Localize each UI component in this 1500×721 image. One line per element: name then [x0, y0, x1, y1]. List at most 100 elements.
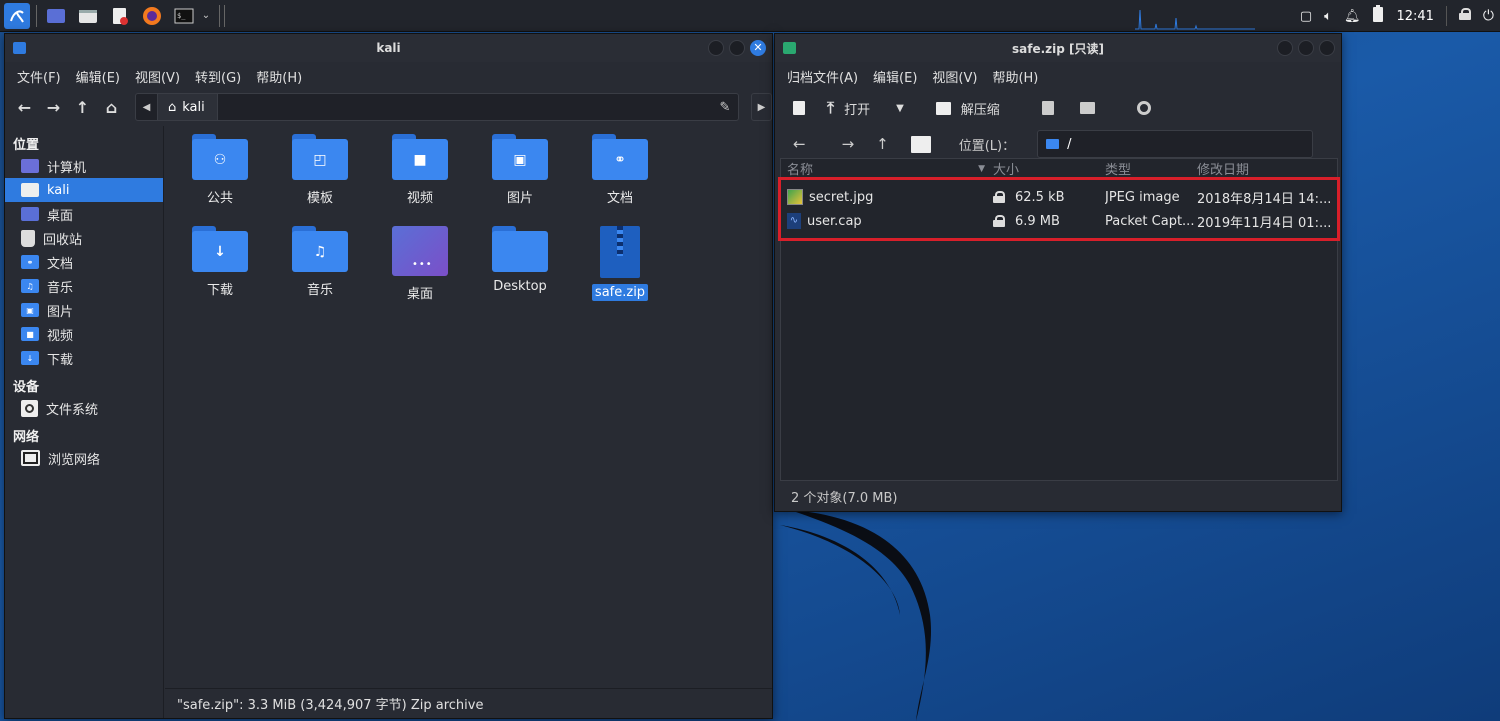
new-file-icon: [793, 101, 805, 115]
file-item-documents[interactable]: ⚭ 文档: [575, 134, 665, 207]
sidebar-item-kali[interactable]: kali: [5, 178, 163, 202]
menu-edit[interactable]: 编辑(E): [76, 67, 120, 86]
templates-folder-icon: ◰: [292, 134, 348, 180]
column-type[interactable]: 类型: [1105, 159, 1197, 178]
file-item-videos[interactable]: ■ 视频: [375, 134, 465, 207]
extract-button[interactable]: 解压缩: [935, 99, 1000, 118]
close-button[interactable]: ✕: [750, 40, 766, 56]
file-item-desktop-cn[interactable]: ••• 桌面: [375, 226, 465, 303]
sidebar-header-network: 网络: [13, 430, 40, 445]
column-modified[interactable]: 修改日期: [1197, 159, 1337, 178]
sidebar-item-trash[interactable]: 回收站: [5, 226, 163, 250]
display-icon[interactable]: ▢: [1300, 9, 1312, 24]
column-name-label: 名称: [787, 163, 814, 178]
file-item-public[interactable]: ⚇ 公共: [175, 134, 265, 207]
top-panel: $_ ⌄ ▢ 🔈︎ 🔔︎ 12:41 ⏻: [0, 0, 1500, 32]
stop-icon[interactable]: [1136, 101, 1151, 115]
text-editor-icon[interactable]: [107, 3, 133, 29]
path-crumb[interactable]: ⌂ kali: [157, 94, 218, 120]
file-item-safe-zip[interactable]: safe.zip: [575, 226, 665, 301]
sidebar-item-downloads[interactable]: ↓ 下载: [5, 346, 163, 370]
menubar: 归档文件(A) 编辑(E) 视图(V) 帮助(H): [775, 62, 1341, 90]
maximize-button[interactable]: [1298, 40, 1314, 56]
file-item-label: 音乐: [306, 283, 333, 298]
folder-icon: [492, 226, 548, 272]
sidebar-item-desktop[interactable]: 桌面: [5, 202, 163, 226]
menu-view[interactable]: 视图(V): [135, 67, 180, 86]
menu-file[interactable]: 文件(F): [17, 67, 61, 86]
sidebar-item-computer[interactable]: 计算机: [5, 154, 163, 178]
videos-folder-icon: ■: [392, 134, 448, 180]
kali-menu-icon[interactable]: [4, 2, 30, 29]
chevron-down-icon[interactable]: ⌄: [199, 3, 213, 29]
new-archive-button[interactable]: [793, 101, 805, 115]
home-folder-icon[interactable]: [910, 135, 931, 153]
music-folder-icon: ♫: [21, 279, 39, 293]
menu-archive[interactable]: 归档文件(A): [787, 67, 858, 86]
sidebar-item-browse-network[interactable]: 浏览网络: [5, 446, 163, 470]
clock[interactable]: 12:41: [1396, 9, 1433, 24]
minimize-button[interactable]: [1277, 40, 1293, 56]
sidebar-item-pictures[interactable]: ▣ 图片: [5, 298, 163, 322]
documents-folder-icon: ⚭: [592, 134, 648, 180]
power-icon[interactable]: ⏻: [1483, 8, 1494, 24]
sidebar-item-documents[interactable]: ⚭ 文档: [5, 250, 163, 274]
volume-icon[interactable]: 🔈︎: [1324, 9, 1332, 24]
file-item-desktop[interactable]: Desktop: [475, 226, 565, 295]
menu-help[interactable]: 帮助(H): [256, 67, 302, 86]
file-item-label: 模板: [306, 191, 333, 206]
titlebar[interactable]: safe.zip [只读]: [775, 34, 1341, 62]
back-arrow-icon[interactable]: ←: [793, 135, 806, 153]
lock-screen-icon[interactable]: [1458, 8, 1471, 24]
edit-pencil-icon[interactable]: ✎: [712, 100, 738, 115]
path-left-icon[interactable]: ◀: [136, 94, 158, 120]
file-manager-icon[interactable]: [75, 3, 101, 29]
up-arrow-icon[interactable]: ↑: [876, 135, 889, 153]
up-arrow-icon[interactable]: ↑: [73, 97, 92, 117]
sidebar-item-music[interactable]: ♫ 音乐: [5, 274, 163, 298]
menu-view[interactable]: 视图(V): [932, 67, 977, 86]
add-folder-icon[interactable]: [1079, 102, 1095, 114]
column-name[interactable]: 名称 ▼: [781, 159, 991, 178]
sidebar-item-filesystem[interactable]: 文件系统: [5, 396, 163, 420]
open-dropdown-icon[interactable]: ▼: [896, 103, 904, 114]
home-icon[interactable]: ⌂: [102, 97, 121, 117]
sidebar-item-label: 桌面: [47, 208, 74, 224]
documents-folder-icon: ⚭: [21, 255, 39, 269]
file-item-label: Desktop: [493, 279, 547, 294]
firefox-icon[interactable]: [139, 3, 165, 29]
location-field[interactable]: /: [1037, 130, 1314, 158]
open-button[interactable]: ⤒ 打开: [827, 98, 870, 118]
sidebar-item-videos[interactable]: ■ 视频: [5, 322, 163, 346]
add-file-icon[interactable]: [1041, 101, 1054, 115]
back-arrow-icon[interactable]: ←: [15, 97, 34, 117]
file-item-templates[interactable]: ◰ 模板: [275, 134, 365, 207]
menu-edit[interactable]: 编辑(E): [873, 67, 917, 86]
wallpaper-dragon: [780, 510, 932, 721]
minimize-button[interactable]: [708, 40, 724, 56]
sidebar-item-label: 回收站: [43, 232, 83, 248]
path-right-icon[interactable]: ▶: [750, 93, 772, 121]
file-item-downloads[interactable]: ↓ 下载: [175, 226, 265, 299]
battery-icon[interactable]: [1372, 5, 1384, 27]
column-size[interactable]: 大小: [991, 159, 1105, 178]
music-folder-icon: ♫: [292, 226, 348, 272]
panel-separator: [36, 4, 37, 27]
menu-go[interactable]: 转到(G): [195, 67, 241, 86]
file-item-music[interactable]: ♫ 音乐: [275, 226, 365, 299]
close-button[interactable]: [1319, 40, 1335, 56]
trash-icon: [21, 229, 35, 247]
sidebar-item-label: 浏览网络: [48, 452, 101, 468]
terminal-icon[interactable]: $_: [171, 3, 197, 29]
menu-help[interactable]: 帮助(H): [992, 67, 1038, 86]
desktop-icon[interactable]: [43, 3, 69, 29]
notification-icon[interactable]: 🔔︎: [1344, 9, 1361, 24]
forward-arrow-icon[interactable]: →: [44, 97, 63, 117]
titlebar[interactable]: kali ✕: [5, 34, 772, 62]
file-item-label: 桌面: [406, 287, 433, 302]
window-title: safe.zip [只读]: [1012, 41, 1104, 56]
forward-arrow-icon[interactable]: →: [842, 135, 855, 153]
file-item-pictures[interactable]: ▣ 图片: [475, 134, 565, 207]
maximize-button[interactable]: [729, 40, 745, 56]
sidebar: 位置 计算机 kali 桌面 回收站 ⚭ 文档 ♫ 音乐 ▣ 图片 ■ 视频 ↓…: [5, 126, 164, 718]
